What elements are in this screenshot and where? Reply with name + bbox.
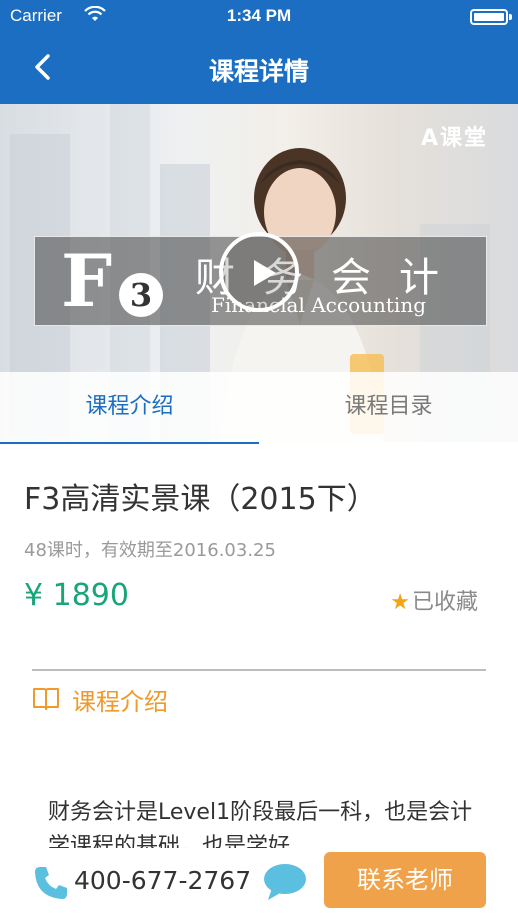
course-tabs: 课程介绍 课程目录 [0, 372, 518, 444]
chat-bubble-icon[interactable] [262, 862, 308, 902]
battery-icon [470, 9, 512, 25]
tab-course-catalog[interactable]: 课程目录 [259, 372, 518, 442]
status-bar: Carrier 1:34 PM [0, 0, 518, 34]
active-tab-indicator [0, 442, 259, 444]
tab-course-intro[interactable]: 课程介绍 [0, 372, 259, 442]
phone-icon[interactable] [32, 864, 70, 902]
book-icon [33, 688, 59, 710]
favorite-label: 已收藏 [411, 590, 478, 615]
page-title: 课程详情 [208, 57, 309, 86]
course-meta: 48课时，有效期至2016.03.25 [24, 540, 276, 561]
course-description: 财务会计是Level1阶段最后一科，也是会计学课程的基础，也是学好 [48, 800, 473, 848]
navigation-bar: Carrier 1:34 PM 课程详情 [0, 0, 518, 104]
favorite-toggle[interactable]: ★已收藏 [390, 584, 478, 616]
star-icon: ★ [390, 590, 410, 615]
course-title: F3高清实景课（2015下） [24, 482, 377, 517]
divider [32, 669, 486, 671]
course-price: ¥ 1890 [24, 578, 129, 613]
course-code-letter: F [61, 238, 113, 323]
course-code-number: 3 [119, 273, 163, 317]
play-button[interactable] [219, 232, 299, 312]
play-icon [254, 260, 276, 286]
section-title: 课程介绍 [72, 688, 168, 716]
contact-teacher-button[interactable]: 联系老师 [324, 852, 486, 908]
clock: 1:34 PM [226, 6, 292, 25]
bottom-action-bar: 400-677-2767 联系老师 [0, 848, 518, 920]
phone-number[interactable]: 400-677-2767 [74, 866, 251, 895]
brand-logo: A课堂 [420, 126, 488, 151]
